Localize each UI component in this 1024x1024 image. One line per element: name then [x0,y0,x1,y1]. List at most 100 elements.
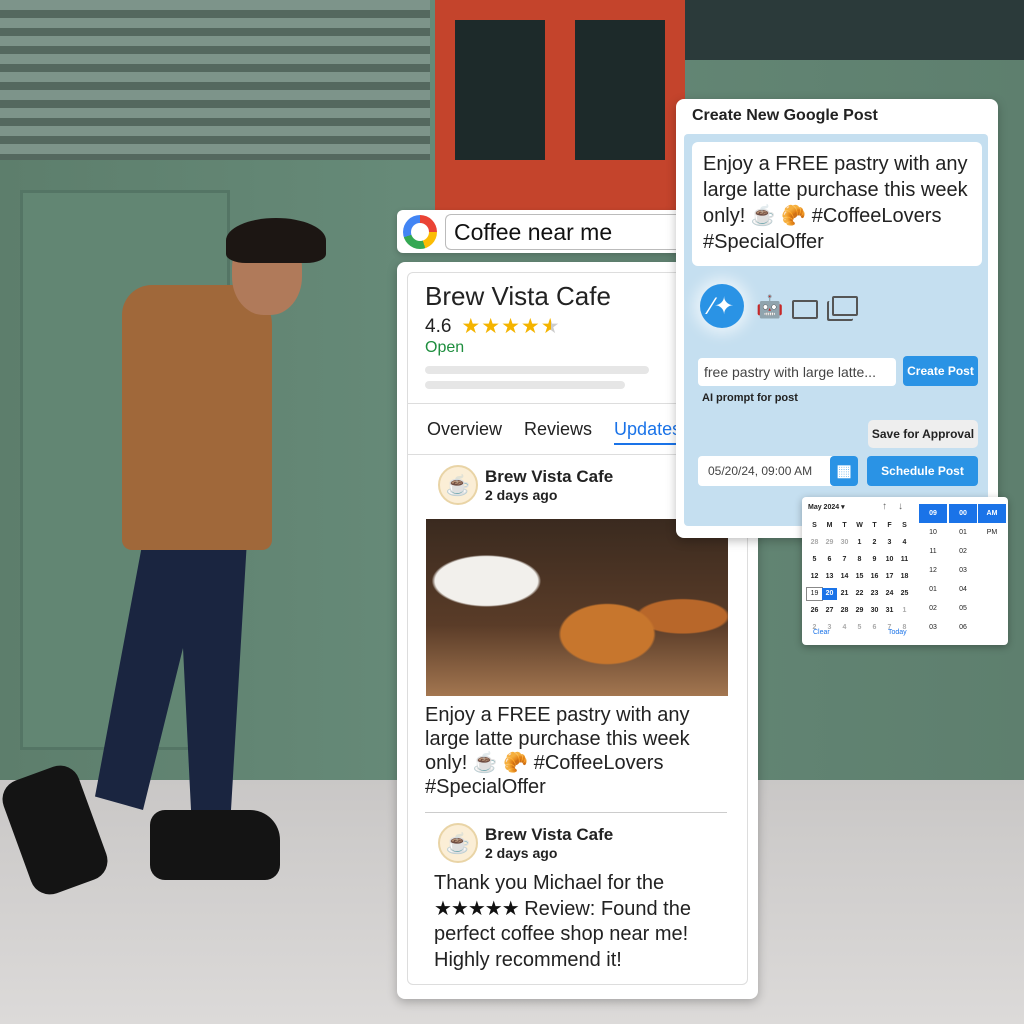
minute-option[interactable]: 00 [949,504,977,523]
search-input[interactable]: Coffee near me [445,213,682,250]
calendar-day[interactable]: 30 [837,537,852,549]
ai-prompt-input[interactable]: free pastry with large latte... [698,358,896,386]
rating-row: 4.6 ★★★★★ [425,314,561,339]
calendar-day[interactable]: 29 [852,605,867,617]
placeholder-line [425,381,625,389]
calendar-day[interactable]: 24 [882,588,897,600]
weekday-label: W [856,522,863,529]
magic-wand-icon[interactable]: ⁄✦ [700,284,744,328]
image-icon[interactable] [792,300,818,319]
weekday-label: S [902,522,907,529]
calendar-day[interactable]: 1 [897,605,912,617]
post-content-textarea[interactable]: Enjoy a FREE pastry with any large latte… [692,142,982,266]
placeholder-line [425,366,649,374]
hour-option[interactable]: 09 [919,504,947,523]
calendar-day[interactable]: 30 [867,605,882,617]
minute-option[interactable]: 05 [949,599,977,618]
save-for-approval-button[interactable]: Save for Approval [868,420,978,448]
calendar-day[interactable]: 23 [867,588,882,600]
hour-option[interactable]: 10 [919,523,947,542]
cafe-logo-icon: ☕ [438,465,478,505]
calendar-day[interactable]: 20 [822,588,837,600]
calendar-day[interactable]: 22 [852,588,867,600]
post-author: Brew Vista Cafe [485,467,614,486]
tab-overview[interactable]: Overview [427,419,502,445]
minute-option[interactable]: 06 [949,618,977,637]
today-link[interactable]: Today [888,629,907,636]
ampm-option[interactable]: AM [978,504,1006,523]
prev-month-arrow-icon[interactable]: ↑ [882,501,887,512]
calendar-day[interactable]: 21 [837,588,852,600]
calendar-icon[interactable]: ▦ [830,456,858,486]
calendar-day[interactable]: 5 [807,554,822,566]
calendar-day[interactable]: 6 [822,554,837,566]
gallery-icon[interactable] [832,296,858,316]
cafe-logo-icon: ☕ [438,823,478,863]
calendar-day[interactable]: 1 [852,537,867,549]
calendar-day[interactable]: 25 [897,588,912,600]
tab-reviews[interactable]: Reviews [524,419,592,445]
calendar-day[interactable]: 3 [882,537,897,549]
calendar-day[interactable]: 2 [867,537,882,549]
month-selector[interactable]: May 2024 ▾ [808,503,845,511]
hour-option[interactable]: 02 [919,599,947,618]
calendar-day[interactable]: 6 [867,622,882,634]
calendar-day[interactable]: 13 [822,571,837,583]
calendar-day[interactable]: 18 [897,571,912,583]
hour-column: 09 10 11 12 01 02 03 [919,504,947,637]
rating-value: 4.6 [425,315,452,337]
calendar-day[interactable]: 4 [837,622,852,634]
schedule-post-button[interactable]: Schedule Post [867,456,978,486]
hour-option[interactable]: 12 [919,561,947,580]
hour-option[interactable]: 11 [919,542,947,561]
calendar-day[interactable]: 17 [882,571,897,583]
person-hair [226,218,326,263]
weekday-label: M [826,522,833,529]
calendar-day[interactable]: 9 [867,554,882,566]
calendar-day[interactable]: 7 [837,554,852,566]
calendar-grid: S M T W T F S 28 29 30 1 2 3 4 5 6 7 8 9 10 11 12 13 14 15 16 17 18… [806,520,912,634]
calendar-day[interactable]: 31 [882,605,897,617]
divider [425,812,727,813]
calendar-day[interactable]: 10 [882,554,897,566]
clear-link[interactable]: Clear [813,629,830,636]
business-name: Brew Vista Cafe [425,281,611,311]
schedule-datetime-input[interactable]: 05/20/24, 09:00 AM [698,456,844,486]
calendar-day[interactable]: 26 [807,605,822,617]
calendar-day[interactable]: 5 [852,622,867,634]
calendar-day[interactable]: 27 [822,605,837,617]
post-author: Brew Vista Cafe [485,825,614,844]
minute-option[interactable]: 04 [949,580,977,599]
next-month-arrow-icon[interactable]: ↓ [898,501,903,512]
person-jacket [122,285,272,550]
panel-title: Create New Google Post [692,107,878,124]
post-header: ☕ Brew Vista Cafe 2 days ago [438,465,613,505]
hour-option[interactable]: 01 [919,580,947,599]
panel-body: Enjoy a FREE pastry with any large latte… [684,134,988,526]
post-time: 2 days ago [485,845,558,861]
calendar-day[interactable]: 19 [806,587,823,601]
rating-stars-icon: ★★★★★ [461,315,561,338]
calendar-day[interactable]: 29 [822,537,837,549]
datetime-picker: May 2024 ▾ ↑ ↓ S M T W T F S 28 29 30 1 2 3 4 5 6 7 8 9 10 1… [802,497,1008,645]
calendar-day[interactable]: 4 [897,537,912,549]
calendar-day[interactable]: 14 [837,571,852,583]
minute-option[interactable]: 03 [949,561,977,580]
ampm-option[interactable]: PM [978,523,1006,542]
calendar-day[interactable]: 12 [807,571,822,583]
minute-option[interactable]: 01 [949,523,977,542]
hour-option[interactable]: 03 [919,618,947,637]
tabs: Overview Reviews Updates [427,419,682,445]
review-text-start: Thank you Michael for the [434,872,665,894]
calendar-day[interactable]: 11 [897,554,912,566]
calendar-day[interactable]: 28 [807,537,822,549]
create-post-button[interactable]: Create Post [903,356,978,386]
robot-icon[interactable]: 🤖 [756,294,783,320]
calendar-day[interactable]: 8 [852,554,867,566]
tab-updates[interactable]: Updates [614,419,682,445]
calendar-day[interactable]: 15 [852,571,867,583]
calendar-day[interactable]: 16 [867,571,882,583]
calendar-day[interactable]: 28 [837,605,852,617]
five-stars-icon: ★★★★★ [434,897,520,920]
minute-option[interactable]: 02 [949,542,977,561]
